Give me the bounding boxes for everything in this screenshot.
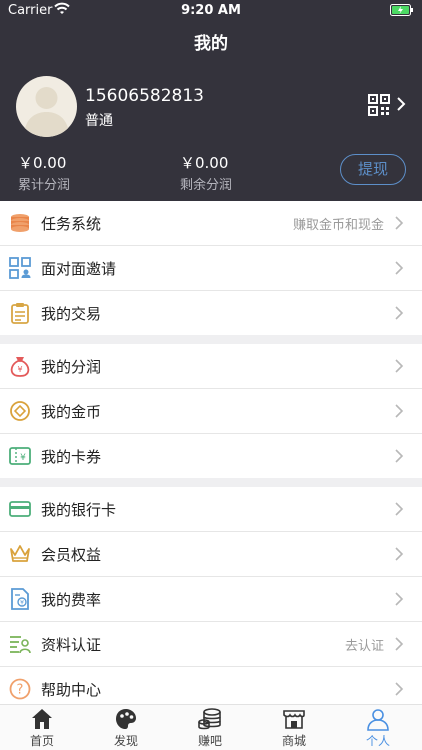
menu-subtext: 去认证	[344, 639, 384, 654]
menu-label: 资料认证	[41, 636, 102, 654]
member-level: 普通	[85, 113, 113, 129]
battery-icon	[390, 4, 413, 16]
menu-label: 我的卡券	[41, 448, 102, 466]
menu-item-member-benefits[interactable]: 会员权益	[0, 532, 422, 576]
tab-earn[interactable]: 赚吧	[168, 705, 252, 750]
accum-profit-label: 累计分润	[18, 178, 71, 193]
chevron-right-icon	[395, 261, 404, 275]
qr-invite-icon	[9, 257, 31, 279]
tab-label: 首页	[29, 734, 54, 748]
user-phone: 15606582813	[85, 86, 204, 106]
tab-label: 发现	[113, 734, 138, 748]
tab-label: 个人	[365, 734, 390, 748]
menu-item-my-bank-card[interactable]: 我的银行卡	[0, 487, 422, 531]
avatar-placeholder-icon	[24, 87, 69, 137]
chevron-right-icon	[395, 216, 404, 230]
remain-profit-amount: ￥0.00	[180, 154, 229, 172]
withdraw-button[interactable]: 提现	[340, 154, 406, 185]
nav-title: 我的	[0, 22, 422, 66]
menu-subtext: 赚取金币和现金	[292, 218, 384, 233]
svg-text:¥: ¥	[20, 600, 24, 607]
menu-item-my-transactions[interactable]: 我的交易	[0, 291, 422, 335]
bank-card-icon	[9, 501, 31, 517]
menu-label: 我的银行卡	[41, 501, 117, 519]
crown-icon	[10, 545, 30, 562]
gold-coin-icon	[10, 401, 30, 421]
menu-label: 我的交易	[41, 305, 102, 323]
qr-code-icon[interactable]	[368, 94, 390, 116]
coins-stack-icon	[11, 214, 29, 232]
chevron-right-icon	[395, 359, 404, 373]
menu-item-face-invite[interactable]: 面对面邀请	[0, 246, 422, 290]
tab-store[interactable]: 商城	[252, 705, 336, 750]
rate-document-icon: ¥	[11, 588, 29, 610]
accum-profit-amount: ￥0.00	[18, 154, 67, 172]
clipboard-icon	[11, 303, 29, 324]
menu-label: 我的金币	[41, 403, 102, 421]
menu-item-my-rate[interactable]: ¥ 我的费率	[0, 577, 422, 621]
menu-item-my-coins[interactable]: 我的金币	[0, 389, 422, 433]
menu-item-my-profit[interactable]: ¥ 我的分润	[0, 344, 422, 388]
tab-label: 商城	[281, 734, 306, 748]
money-bag-icon: ¥	[10, 357, 30, 377]
svg-text:?: ?	[17, 683, 24, 698]
home-icon	[32, 709, 52, 729]
chevron-right-icon	[395, 306, 404, 320]
chevron-right-icon	[395, 404, 404, 418]
remain-profit-label: 剩余分润	[180, 178, 233, 193]
menu-item-my-coupons[interactable]: ¥ 我的卡券	[0, 434, 422, 478]
tab-home[interactable]: 首页	[0, 705, 84, 750]
menu-label: 会员权益	[41, 546, 102, 564]
menu-label: 我的分润	[41, 358, 102, 376]
person-icon	[367, 709, 389, 731]
chevron-right-icon	[395, 547, 404, 561]
chevron-right-icon	[395, 449, 404, 463]
chevron-right-icon	[395, 502, 404, 516]
tab-label: 赚吧	[197, 734, 222, 748]
status-bar: Carrier 9:20 AM	[0, 0, 422, 22]
id-card-icon	[10, 636, 31, 654]
clock: 9:20 AM	[181, 3, 241, 18]
tab-bar: 首页 发现 赚吧 商城 个人	[0, 704, 422, 750]
menu-item-task-system[interactable]: 任务系统 赚取金币和现金	[0, 201, 422, 245]
svg-text:¥: ¥	[17, 365, 22, 374]
menu-label: 我的费率	[41, 591, 102, 609]
ticket-icon: ¥	[9, 447, 31, 465]
tab-discover[interactable]: 发现	[84, 705, 168, 750]
menu-item-verification[interactable]: 资料认证 去认证	[0, 622, 422, 666]
menu-label: 任务系统	[41, 215, 102, 233]
chevron-right-icon	[395, 592, 404, 606]
store-icon	[283, 710, 305, 729]
svg-text:¥: ¥	[20, 453, 26, 463]
avatar[interactable]	[16, 76, 77, 137]
help-icon: ?	[9, 678, 31, 700]
chevron-right-icon[interactable]	[396, 96, 406, 112]
profile-header: 15606582813 普通 ￥0.00 累计分润 ￥0.00 剩余分润 提现	[0, 66, 422, 201]
chevron-right-icon	[395, 682, 404, 696]
menu-label: 面对面邀请	[41, 260, 117, 278]
coins-icon	[198, 708, 221, 730]
chevron-right-icon	[395, 637, 404, 651]
discover-icon	[116, 709, 136, 729]
menu-label: 帮助中心	[41, 681, 102, 699]
tab-profile[interactable]: 个人	[336, 705, 420, 750]
